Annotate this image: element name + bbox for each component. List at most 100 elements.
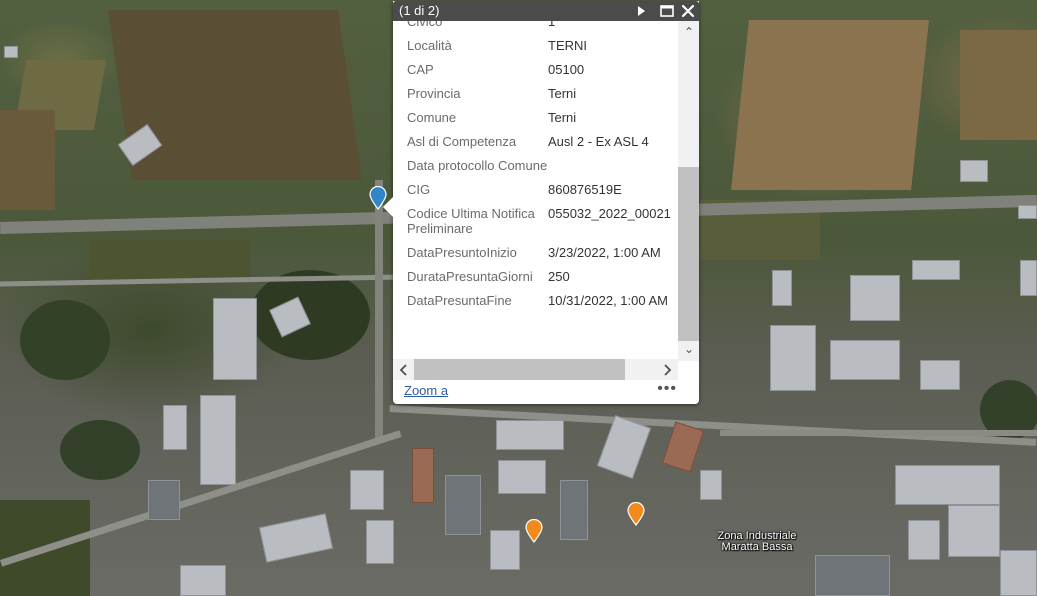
attribute-key: DataPresuntaFine: [407, 293, 512, 308]
scroll-left-arrow[interactable]: [396, 362, 412, 378]
popup-pointer: [383, 197, 393, 217]
scroll-up-arrow[interactable]: ⌃: [681, 24, 697, 40]
building: [163, 405, 187, 450]
building: [490, 530, 520, 570]
building: [148, 480, 180, 520]
place-label: Zona Industriale Maratta Bassa: [712, 531, 802, 553]
attribute-table: Civico 1 Località TERNI CAP 05100 Provincia Ter…: [407, 21, 671, 313]
attribute-key: CIG: [407, 182, 431, 197]
attribute-row: Provincia Terni: [407, 82, 671, 106]
attribute-content: Civico 1 Località TERNI CAP 05100 Provincia Ter…: [393, 21, 678, 313]
attribute-row: Civico 1: [407, 21, 671, 34]
marker-icon[interactable]: [627, 502, 645, 526]
close-icon[interactable]: [680, 3, 696, 19]
building: [259, 513, 333, 563]
scroll-right-arrow[interactable]: [659, 362, 675, 378]
scroll-down-arrow[interactable]: ⌄: [681, 341, 697, 357]
map-field: [960, 30, 1037, 140]
building: [661, 421, 705, 473]
attribute-value: 1: [548, 21, 556, 29]
marker-icon[interactable]: [525, 519, 543, 543]
building: [445, 475, 481, 535]
popup-counter: (1 di 2): [399, 3, 440, 18]
attribute-row: Data protocollo Comune: [407, 154, 671, 178]
attribute-value: Ausl 2 - Ex ASL 4: [548, 134, 649, 149]
attribute-row: Località TERNI: [407, 34, 671, 58]
attribute-key: Codice Ultima Notifica Preliminare: [407, 206, 535, 236]
building: [772, 270, 792, 306]
next-feature-icon[interactable]: [633, 3, 649, 19]
attribute-key: Località: [407, 38, 452, 53]
attribute-row: DataPresuntoInizio 3/23/2022, 1:00 AM: [407, 241, 671, 265]
attribute-key: DurataPresuntaGiorni: [407, 269, 533, 284]
attribute-value: TERNI: [548, 38, 587, 53]
vertical-scroll-thumb[interactable]: [678, 167, 699, 341]
building: [1020, 260, 1037, 296]
maximize-icon[interactable]: [659, 3, 675, 19]
building: [366, 520, 394, 564]
horizontal-scroll-thumb[interactable]: [414, 359, 625, 380]
building: [412, 448, 434, 503]
building: [700, 470, 722, 500]
building: [4, 46, 18, 58]
more-actions-button[interactable]: •••: [657, 381, 677, 397]
attribute-value: 05100: [548, 62, 585, 77]
popup-footer: Zoom a •••: [393, 381, 699, 404]
map-trees: [20, 300, 110, 380]
feature-popup: (1 di 2) Civico 1 Località TERNI CAP 05100 Pro…: [383, 1, 699, 404]
building: [1000, 550, 1037, 596]
building: [908, 520, 940, 560]
attribute-row: Asl di Competenza Ausl 2 - Ex ASL 4: [407, 130, 671, 154]
building: [560, 480, 588, 540]
attribute-row: DurataPresuntaGiorni 250: [407, 265, 671, 289]
building: [596, 415, 652, 479]
attribute-key: Civico: [407, 21, 443, 29]
map-trees: [60, 420, 140, 480]
building: [815, 555, 890, 596]
attribute-row: CAP 05100: [407, 58, 671, 82]
attribute-row: CIG 860876519E: [407, 178, 671, 202]
road: [375, 180, 383, 440]
road: [720, 430, 1037, 436]
attribute-value: 860876519E: [548, 182, 622, 197]
map-field: [90, 240, 250, 280]
building: [912, 260, 960, 280]
building: [920, 360, 960, 390]
attribute-key: DataPresuntoInizio: [407, 245, 517, 260]
building: [496, 420, 564, 450]
building: [770, 325, 816, 391]
map-trees: [250, 270, 370, 360]
attribute-key: Provincia: [407, 86, 461, 101]
building: [895, 465, 1000, 505]
building: [948, 505, 1000, 557]
popup-body[interactable]: Civico 1 Località TERNI CAP 05100 Provincia Ter…: [393, 21, 699, 381]
building: [350, 470, 384, 510]
attribute-key: Comune: [407, 110, 457, 125]
attribute-key: Asl di Competenza: [407, 134, 517, 149]
attribute-value: Terni: [548, 110, 577, 125]
attribute-key: CAP: [407, 62, 434, 77]
zoom-to-link[interactable]: Zoom a: [404, 383, 448, 398]
attribute-value: 055032_2022_00021: [548, 206, 671, 221]
building: [498, 460, 546, 494]
attribute-value: 10/31/2022, 1:00 AM: [548, 293, 668, 308]
building: [830, 340, 900, 380]
attribute-value: Terni: [548, 86, 577, 101]
building: [200, 395, 236, 485]
attribute-value: 3/23/2022, 1:00 AM: [548, 245, 661, 260]
map-field: [0, 110, 55, 210]
attribute-key: Data protocollo Comune: [407, 158, 548, 173]
place-label-line2: Maratta Bassa: [721, 541, 793, 553]
popup-header: (1 di 2): [393, 1, 699, 21]
attribute-row: Comune Terni: [407, 106, 671, 130]
attribute-row: Codice Ultima Notifica Preliminare 055032…: [407, 202, 671, 241]
building: [180, 565, 226, 596]
map-field: [731, 20, 929, 190]
road: [389, 405, 1037, 446]
attribute-row: DataPresuntaFine 10/31/2022, 1:00 AM: [407, 289, 671, 313]
building: [960, 160, 988, 182]
building: [1018, 205, 1037, 219]
building: [213, 298, 257, 380]
building: [850, 275, 900, 321]
attribute-value: [548, 154, 671, 178]
